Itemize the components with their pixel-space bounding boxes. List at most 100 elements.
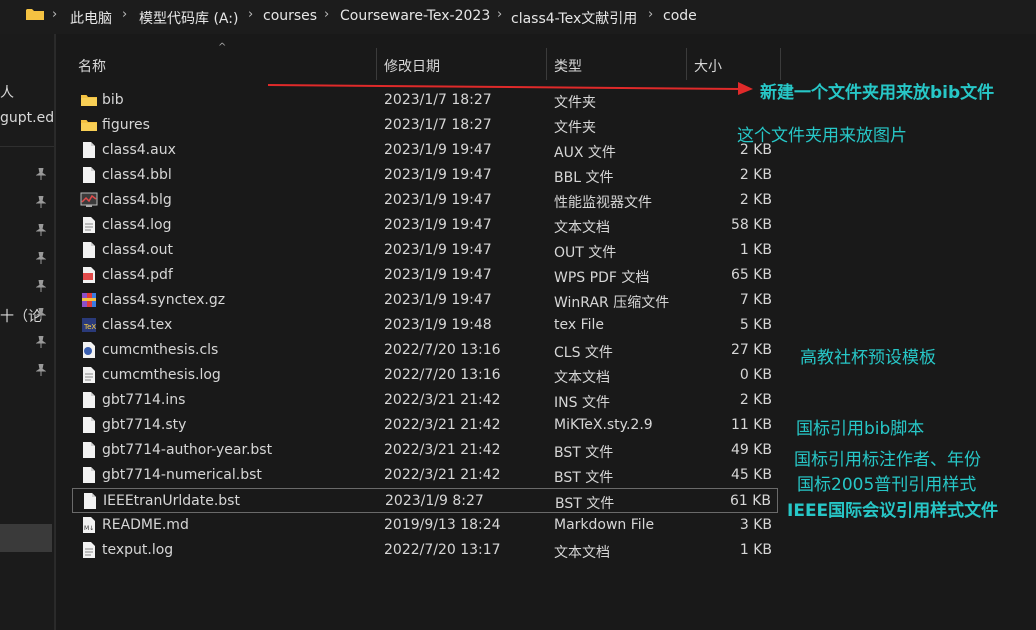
file-size: 11 KB [730,417,772,433]
file-name: IEEEtranUrldate.bst [103,493,240,509]
file-row[interactable]: texput.log 2022/7/20 13:17 文本文档 1 KB [72,538,778,563]
file-name: gbt7714-numerical.bst [102,467,262,483]
pin-icon[interactable] [36,364,46,376]
perfmon-icon [80,191,98,209]
file-date: 2022/3/21 21:42 [384,392,501,408]
file-date: 2023/1/7 18:27 [384,117,492,133]
file-row[interactable]: gbt7714-author-year.bst 2022/3/21 21:42 BS… [72,438,778,463]
file-date: 2022/7/20 13:17 [384,542,501,558]
column-header-type[interactable]: 类型 [554,56,582,76]
breadcrumb-item[interactable]: 此电脑 [70,8,112,28]
file-icon [80,416,98,434]
file-date: 2023/1/9 19:47 [384,142,492,158]
annotation-gbt-sty: 国标引用bib脚本 [796,419,925,439]
pin-icon[interactable] [36,196,46,208]
file-row[interactable]: class4.pdf 2023/1/9 19:47 WPS PDF 文档 65 KB [72,263,778,288]
nav-item-fragment[interactable]: 人 [0,82,14,102]
winrar-icon [80,291,98,309]
file-type: 文本文档 [554,545,610,561]
tex-icon: TeX [80,316,98,334]
file-size: 1 KB [739,542,772,558]
file-name: gbt7714-author-year.bst [102,442,273,458]
file-row[interactable]: cumcmthesis.cls 2022/7/20 13:16 CLS 文件 27 K… [72,338,778,363]
column-header-date[interactable]: 修改日期 [384,56,440,76]
file-type: MiKTeX.sty.2.9 [554,417,653,433]
breadcrumb-item[interactable]: code [663,8,697,24]
file-name: gbt7714.ins [102,392,186,408]
file-name: README.md [102,517,189,533]
file-name: gbt7714.sty [102,417,187,433]
folder-icon [80,116,98,134]
file-name: texput.log [102,542,174,558]
file-icon [80,241,98,259]
pin-icon[interactable] [36,224,46,236]
pane-splitter[interactable] [55,34,56,630]
file-row[interactable]: class4.synctex.gz 2023/1/9 19:47 WinRAR 压缩… [72,288,778,313]
annotation-author-year: 国标引用标注作者、年份 [794,450,981,470]
file-name: class4.bbl [102,167,172,183]
file-type: tex File [554,317,605,333]
annotation-ieee: IEEE国际会议引用样式文件 [787,501,999,521]
file-date: 2023/1/9 19:47 [384,167,492,183]
column-header-size[interactable]: 大小 [694,56,722,76]
nav-divider [0,146,54,147]
pdf-icon [80,266,98,284]
file-row[interactable]: class4.out 2023/1/9 19:47 OUT 文件 1 KB [72,238,778,263]
file-row[interactable]: class4.blg 2023/1/9 19:47 性能监视器文件 2 KB [72,188,778,213]
file-icon [81,492,99,510]
breadcrumb-item[interactable]: class4-Tex文献引用 [511,8,637,28]
file-name: class4.tex [102,317,173,333]
file-size: 2 KB [739,167,772,183]
column-divider[interactable] [376,48,377,80]
file-size: 45 KB [730,467,772,483]
file-name: figures [102,117,150,133]
file-date: 2022/3/21 21:42 [384,442,501,458]
file-row[interactable]: gbt7714-numerical.bst 2022/3/21 21:42 BST … [72,463,778,488]
address-bar[interactable]: › 此电脑 › 模型代码库 (A:) › courses › Coursewar… [0,0,1036,34]
column-divider[interactable] [546,48,547,80]
file-date: 2023/1/9 19:47 [384,267,492,283]
file-size: 5 KB [739,317,772,333]
file-date: 2023/1/9 19:48 [384,317,492,333]
file-type: BBL 文件 [554,170,614,186]
breadcrumb-item[interactable]: courses [263,8,317,24]
column-divider[interactable] [686,48,687,80]
file-row[interactable]: figures 2023/1/7 18:27 文件夹 [72,113,778,138]
annotation-figures: 这个文件夹用来放图片 [737,126,907,146]
breadcrumb-item[interactable]: Courseware-Tex-2023 [340,8,490,24]
annotation-template: 高教社杯预设模板 [800,348,936,368]
file-row[interactable]: M↓ README.md 2019/9/13 18:24 Markdown File 3… [72,513,778,538]
file-row[interactable]: gbt7714.ins 2022/3/21 21:42 INS 文件 2 KB [72,388,778,413]
file-icon [80,466,98,484]
arrow-annotation [268,82,753,95]
text-file-icon [80,366,98,384]
file-date: 2023/1/9 8:27 [385,493,484,509]
file-row[interactable]: TeX class4.tex 2023/1/9 19:48 tex File 5 KB [72,313,778,338]
nav-item-selected[interactable] [0,524,52,552]
pin-icon[interactable] [36,336,46,348]
column-header-name[interactable]: 名称 [78,56,106,76]
chevron-right-icon: › [648,7,654,22]
pin-icon[interactable] [36,308,46,320]
chevron-right-icon: › [324,7,330,22]
file-row[interactable]: cumcmthesis.log 2022/7/20 13:16 文本文档 0 KB [72,363,778,388]
file-row[interactable]: class4.bbl 2023/1/9 19:47 BBL 文件 2 KB [72,163,778,188]
chevron-right-icon: › [122,7,128,22]
pin-icon[interactable] [36,280,46,292]
nav-item-fragment[interactable]: gupt.edu [0,110,54,126]
file-row[interactable]: class4.aux 2023/1/9 19:47 AUX 文件 2 KB [72,138,778,163]
svg-text:TeX: TeX [83,323,96,331]
file-type: BST 文件 [554,470,614,486]
breadcrumb-item[interactable]: 模型代码库 (A:) [139,8,238,28]
file-row[interactable]: gbt7714.sty 2022/3/21 21:42 MiKTeX.sty.2.9… [72,413,778,438]
file-size: 49 KB [730,442,772,458]
file-type: INS 文件 [554,395,610,411]
folder-icon [26,9,44,20]
folder-icon [80,91,98,109]
pin-icon[interactable] [36,168,46,180]
file-name: class4.blg [102,192,172,208]
pin-icon[interactable] [36,252,46,264]
file-row[interactable]: class4.log 2023/1/9 19:47 文本文档 58 KB [72,213,778,238]
file-row[interactable]: IEEEtranUrldate.bst 2023/1/9 8:27 BST 文件 61… [72,488,778,513]
column-divider[interactable] [780,48,781,80]
